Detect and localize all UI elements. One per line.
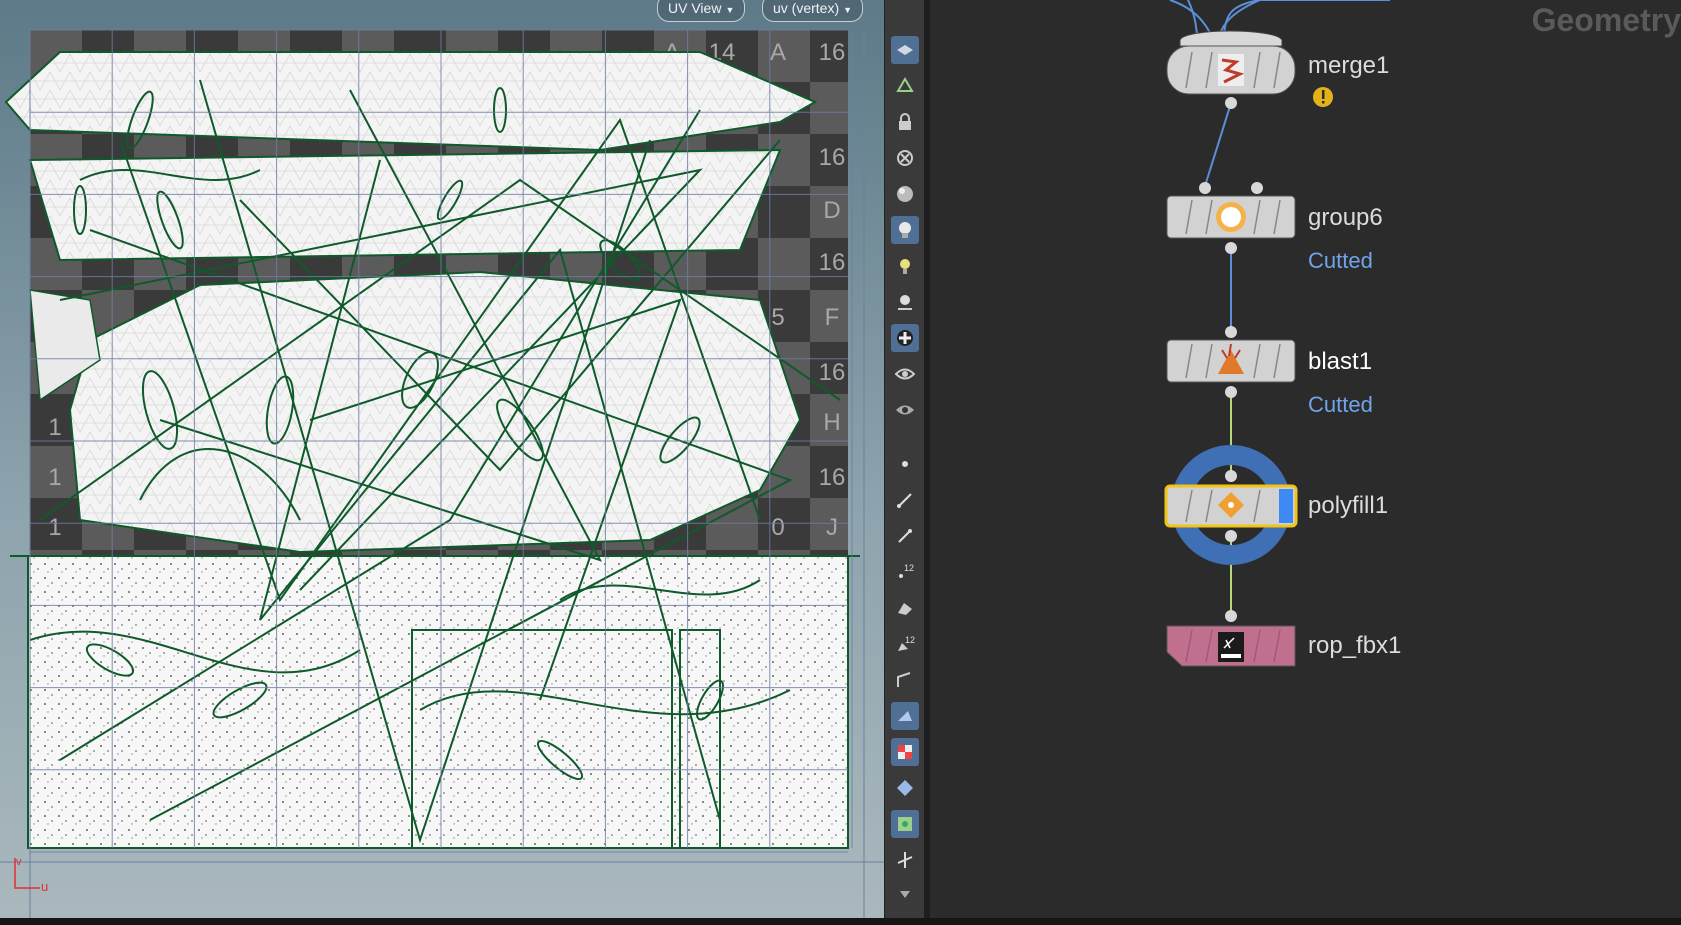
checker-label: 0 <box>771 514 784 541</box>
group6-node[interactable] <box>1166 182 1296 254</box>
checker-label: 16 <box>819 144 846 171</box>
primitive-display-icon <box>898 603 912 615</box>
point-number-icon: 12 <box>899 563 914 578</box>
display-flag[interactable] <box>1279 489 1293 523</box>
ghost-geometry-button[interactable] <box>891 324 919 352</box>
status-bar <box>0 918 1681 925</box>
vertex-normal-icon <box>898 529 912 543</box>
uv-attribute-menu-label: uv (vertex) <box>773 0 840 16</box>
point-normal-button[interactable] <box>891 486 919 514</box>
light-link-button[interactable] <box>891 288 919 316</box>
axis-u-label: u <box>41 879 48 894</box>
snap-button[interactable] <box>891 846 919 874</box>
shading-sphere-icon <box>897 186 913 202</box>
warning-icon[interactable] <box>1313 87 1333 107</box>
rop-fbx-node-icon <box>1218 632 1244 662</box>
point-display-button[interactable] <box>891 450 919 478</box>
uv-texture-icon <box>898 817 912 831</box>
uv-overlap-icon <box>897 780 913 796</box>
view-options-button[interactable] <box>891 36 919 64</box>
target-camera-button[interactable] <box>891 144 919 172</box>
uv-checker-button[interactable] <box>891 738 919 766</box>
uv-view-menu[interactable]: UV View ▼ <box>657 0 746 22</box>
primitive-display-button[interactable] <box>891 594 919 622</box>
uv-overlap-button[interactable] <box>891 774 919 802</box>
light-bulb-button[interactable] <box>891 216 919 244</box>
vertex-normal-button[interactable] <box>891 522 919 550</box>
uv-backface-button[interactable] <box>891 702 919 730</box>
uv-backface-icon <box>898 711 912 721</box>
scroll-down-button[interactable] <box>891 880 919 908</box>
checker-label: F <box>825 304 840 331</box>
node-comment-group6: Cutted <box>1308 248 1373 273</box>
lock-icon <box>899 113 911 130</box>
network-wires <box>1164 0 1390 667</box>
display-options-icon <box>896 77 914 92</box>
light-add-button[interactable] <box>891 252 919 280</box>
node-comment-blast1: Cutted <box>1308 392 1373 417</box>
checker-label: A <box>770 39 786 66</box>
checker-label: 5 <box>771 304 784 331</box>
uv-checker-icon <box>898 745 912 759</box>
hull-display-icon <box>897 672 911 687</box>
point-normal-icon <box>897 493 912 508</box>
lock-button[interactable] <box>891 108 919 136</box>
checker-label: 16 <box>819 464 846 491</box>
merge-node-icon <box>1218 54 1245 86</box>
ghost-geometry-icon <box>897 330 913 346</box>
light-bulb-icon <box>899 222 911 238</box>
viewport-toolbar: 12 12 <box>884 0 926 918</box>
primitive-number-icon: 12 <box>898 635 915 651</box>
svg-text:12: 12 <box>904 563 914 573</box>
node-label-blast1[interactable]: blast1 <box>1308 348 1372 376</box>
uv-canvas[interactable]: A14A1616D16DF16H116121J05 <box>0 0 884 918</box>
checker-label: 1 <box>48 464 61 491</box>
snap-icon <box>897 852 913 868</box>
target-camera-icon <box>897 150 913 166</box>
chevron-down-icon: ▼ <box>843 5 853 15</box>
visibility-eye-icon <box>894 368 916 380</box>
axis-v-label: v <box>16 856 22 868</box>
uv-axis-gizmo: v u <box>14 856 48 894</box>
point-display-icon <box>902 461 908 467</box>
network-context-title: Geometry <box>1531 2 1681 38</box>
merge1-node[interactable] <box>1166 30 1296 109</box>
visibility-eye-button[interactable] <box>891 360 919 388</box>
checker-label: 16 <box>819 359 846 386</box>
light-add-icon <box>900 259 910 274</box>
uv-view-menu-label: UV View <box>668 0 722 16</box>
checker-label: 1 <box>48 514 61 541</box>
checker-label: 16 <box>819 39 846 66</box>
svg-text:12: 12 <box>905 635 915 645</box>
rop_fbx1-node[interactable] <box>1166 610 1296 667</box>
node-label-group6[interactable]: group6 <box>1308 204 1383 232</box>
uv-texture-button[interactable] <box>891 810 919 838</box>
group-node-icon <box>1216 202 1246 232</box>
visibility-eye-alt-button[interactable] <box>891 396 919 424</box>
uv-viewport[interactable]: A14A1616D16DF16H116121J05 <box>0 0 884 918</box>
node-label-merge1[interactable]: merge1 <box>1308 52 1389 80</box>
view-options-icon <box>897 45 913 55</box>
hull-display-button[interactable] <box>891 666 919 694</box>
checker-label: 1 <box>48 414 61 441</box>
blast1-node[interactable] <box>1166 326 1296 398</box>
checker-label: D <box>823 197 840 224</box>
node-label-polyfill1[interactable]: polyfill1 <box>1308 492 1388 520</box>
checker-label: 16 <box>819 249 846 276</box>
point-number-button[interactable]: 12 <box>891 558 919 586</box>
light-link-icon <box>898 295 912 310</box>
chevron-down-icon: ▼ <box>725 5 735 15</box>
checker-label: H <box>823 409 840 436</box>
node-label-rop_fbx1[interactable]: rop_fbx1 <box>1308 632 1401 660</box>
uv-attribute-menu[interactable]: uv (vertex) ▼ <box>762 0 864 22</box>
visibility-eye-alt-icon <box>896 405 914 415</box>
scroll-down-icon <box>900 891 910 898</box>
shading-sphere-button[interactable] <box>891 180 919 208</box>
checker-label: J <box>826 514 838 541</box>
display-options-button[interactable] <box>891 72 919 100</box>
network-editor[interactable]: Geometry merge1 group6 Cutted blast1 Cut… <box>930 0 1681 918</box>
primitive-number-button[interactable]: 12 <box>891 630 919 658</box>
